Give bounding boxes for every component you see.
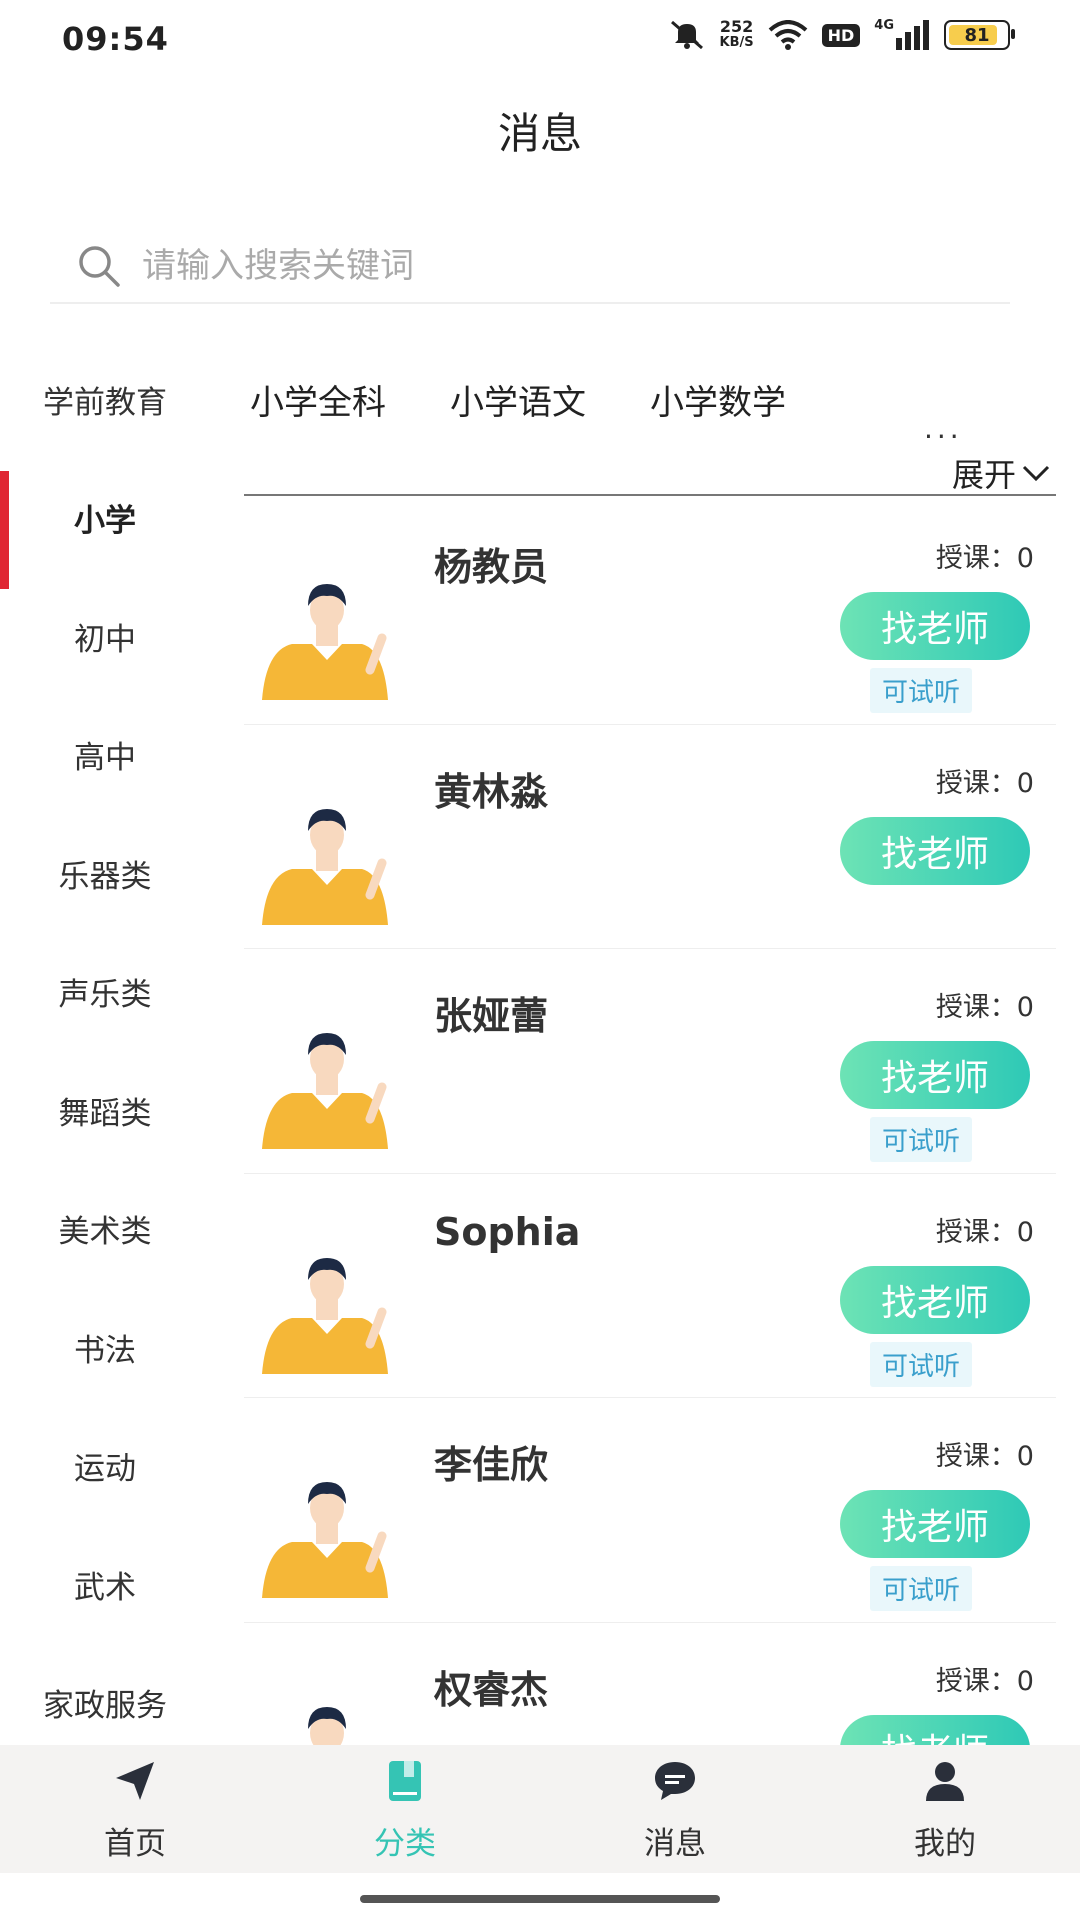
mute-icon [668,18,706,52]
trial-badge: 可试听 [869,1341,972,1387]
net-speed: 252 KB/S [720,18,754,52]
signal-label: 4G [874,18,894,33]
send-icon [110,1756,160,1814]
chevron-down-icon [1022,465,1050,482]
book-icon [380,1756,430,1814]
teacher-avatar [252,1234,402,1384]
teacher-avatar [252,560,402,710]
subcategory-tabs: 小学全科 小学语文 小学数学 [250,375,786,424]
sidebar-item[interactable]: 运动 [0,1407,210,1526]
teacher-name: Sophia [434,1209,581,1254]
search-input[interactable] [140,245,944,287]
divider [244,494,1056,496]
lesson-count: 授课：0 [935,992,1034,1023]
subcategory-tab[interactable]: 小学全科 [250,375,386,424]
teacher-name: 权睿杰 [434,1667,549,1712]
find-teacher-button[interactable]: 找老师 [840,1041,1030,1109]
sidebar-item[interactable]: 高中 [0,696,210,815]
teacher-name: 李佳欣 [434,1443,549,1487]
sidebar-item[interactable]: 初中 [0,577,210,696]
teacher-avatar [252,1458,402,1608]
trial-badge: 可试听 [869,1117,972,1162]
teacher-name: 黄林淼 [434,769,549,814]
tab-label: 消息 [644,1825,706,1862]
tab-item[interactable]: 分类 [270,1745,540,1873]
status-time: 09:54 [62,20,169,58]
teacher-card[interactable]: Sophia 授课：0 找老师可试听 [244,1174,1056,1398]
find-teacher-button[interactable]: 找老师 [840,1265,1030,1334]
sidebar-item[interactable]: 武术 [0,1525,210,1644]
tab-item[interactable]: 消息 [540,1745,810,1873]
teacher-list[interactable]: 杨教员 授课：0 找老师 可试听 黄林淼 授课：0 找老师 张娅蕾 授课：0 找老… [244,500,1056,1745]
teacher-card[interactable]: 权睿杰 授课：0 找老师 [244,1623,1056,1745]
sidebar-item[interactable]: 小学 [0,459,210,588]
lesson-count: 授课：0 [935,1216,1034,1248]
teacher-card[interactable]: 张娅蕾 授课：0 找老师可试听 [244,949,1056,1174]
teacher-card[interactable]: 杨教员 授课：0 找老师可试听 [244,500,1056,725]
find-teacher-button[interactable]: 找老师 [840,592,1030,660]
sidebar-item[interactable]: 书法 [0,1288,210,1407]
tab-item[interactable]: 我的 [810,1745,1080,1873]
teacher-card[interactable]: 黄林淼 授课：0 找老师 [244,725,1056,949]
teacher-avatar [252,785,402,935]
wifi-icon [768,18,808,52]
tab-label: 分类 [374,1825,436,1862]
sidebar-item[interactable]: 乐器类 [0,814,210,933]
find-teacher-button[interactable]: 找老师 [840,1714,1030,1745]
trial-badge: 可试听 [869,1566,972,1611]
tab-item[interactable]: 首页 [0,1745,270,1873]
subcategory-tab[interactable]: 小学语文 [450,375,586,424]
page-title: 消息 [497,109,582,158]
bottom-tab-bar: 首页 分类 消息 我的 [0,1745,1080,1873]
tab-label: 首页 [104,1825,166,1862]
status-icons: 252 KB/S HD 4G 81 [668,18,1015,52]
expand-button[interactable]: 展开 [952,450,1050,496]
user-icon [920,1756,970,1814]
sidebar-item[interactable]: 美术类 [0,1170,210,1289]
sidebar-item[interactable]: 舞蹈类 [0,1051,210,1170]
teacher-avatar [252,1009,402,1159]
net-speed-value: 252 [719,17,754,36]
lesson-count: 授课：0 [935,1665,1034,1697]
teacher-name: 张娅蕾 [434,994,549,1038]
lesson-count: 授课：0 [935,543,1034,574]
home-indicator[interactable] [360,1895,720,1903]
trial-badge: 可试听 [869,668,972,713]
status-bar: 09:54 252 KB/S HD 4G 81 [0,0,1080,80]
battery-icon: 81 [944,18,1015,52]
teacher-avatar [252,1683,402,1745]
net-speed-unit: KB/S [719,35,754,50]
expand-label: 展开 [951,456,1016,494]
lesson-count: 授课：0 [935,767,1034,799]
hd-label: HD [821,23,861,47]
teacher-card[interactable]: 李佳欣 授课：0 找老师可试听 [244,1398,1056,1623]
cell-signal-icon: 4G [874,18,930,52]
search-icon [79,246,120,287]
sidebar-item[interactable]: 声乐类 [0,933,210,1052]
search-bar[interactable] [50,230,1010,304]
find-teacher-button[interactable]: 找老师 [840,1490,1030,1558]
chat-icon [650,1756,700,1814]
hd-icon: HD [821,18,861,52]
teacher-name: 杨教员 [434,545,549,589]
tab-label: 我的 [914,1825,976,1862]
find-teacher-button[interactable]: 找老师 [840,816,1030,885]
category-sidebar: 学前教育 小学 初中 高中 乐器类 声乐类 舞蹈类 美术类 书法 运动 武术 家政服务 [0,340,210,1762]
subcategory-tab[interactable]: 小学数学 [650,375,786,424]
battery-level: 81 [964,24,990,46]
more-subcategories[interactable]: ... [924,412,963,445]
sidebar-item[interactable]: 学前教育 [0,340,210,459]
lesson-count: 授课：0 [935,1441,1034,1472]
